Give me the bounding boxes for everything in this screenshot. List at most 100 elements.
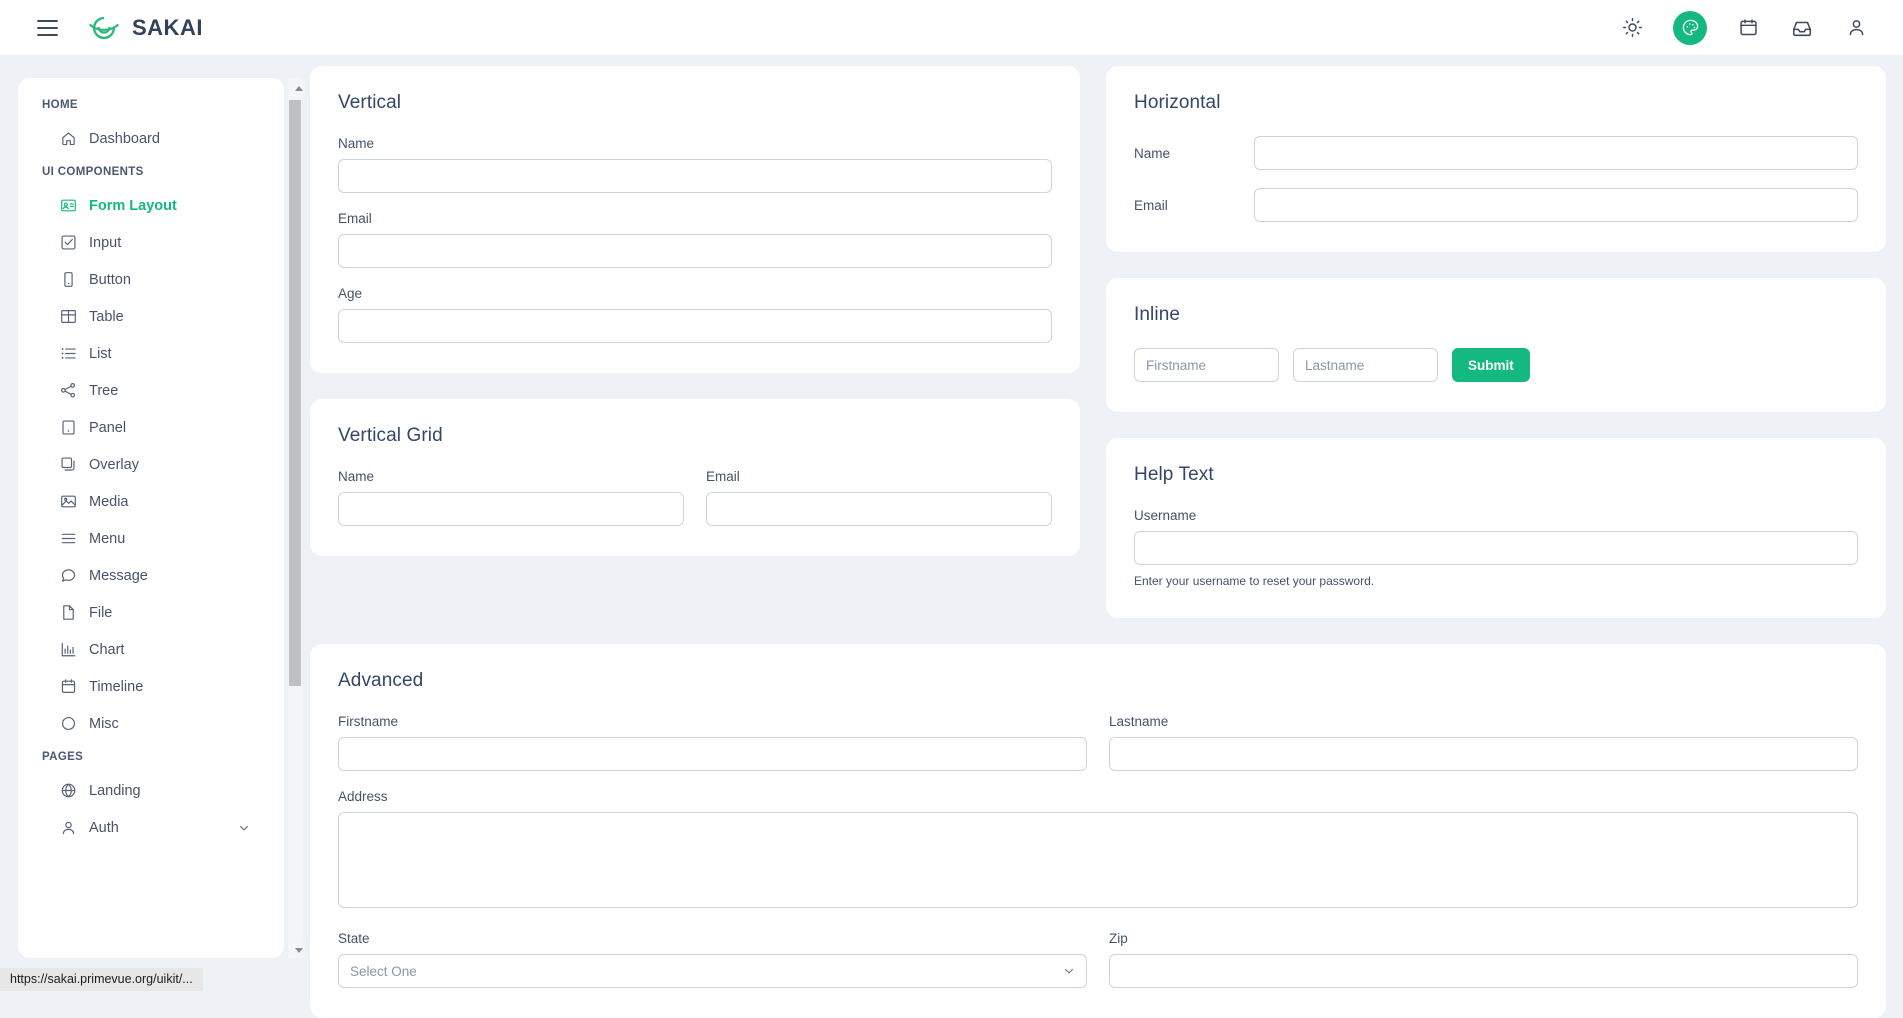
sidebar-item-label: Misc — [89, 716, 119, 732]
sidebar-item-file[interactable]: File — [18, 594, 284, 631]
input-inline-firstname[interactable] — [1134, 348, 1279, 382]
sidebar-item-label: Landing — [89, 783, 141, 799]
list-icon — [60, 345, 77, 362]
left-column: Vertical Name Email Age Vertical Grid — [310, 66, 1080, 618]
sidebar-item-menu[interactable]: Menu — [18, 520, 284, 557]
clone-icon — [60, 456, 77, 473]
sidebar-scrollbar-thumb[interactable] — [289, 100, 301, 686]
id-card-icon — [60, 197, 77, 214]
input-horizontal-name[interactable] — [1254, 136, 1858, 170]
sidebar-item-table[interactable]: Table — [18, 298, 284, 335]
input-grid-email[interactable] — [706, 492, 1052, 526]
sidebar-item-label: Tree — [89, 383, 118, 399]
sidebar-container: HOMEDashboardUI COMPONENTSForm LayoutInp… — [18, 78, 298, 958]
field-email: Email — [338, 211, 1052, 268]
card-help-text: Help Text Username Enter your username t… — [1106, 438, 1886, 618]
sidebar-item-button[interactable]: Button — [18, 261, 284, 298]
sidebar-item-timeline[interactable]: Timeline — [18, 668, 284, 705]
textarea-advanced-address[interactable] — [338, 812, 1858, 908]
user-icon[interactable] — [1843, 15, 1869, 41]
sidebar-item-message[interactable]: Message — [18, 557, 284, 594]
brand-logo-link[interactable]: SAKAI — [86, 10, 203, 46]
sidebar-item-media[interactable]: Media — [18, 483, 284, 520]
sidebar-item-misc[interactable]: Misc — [18, 705, 284, 742]
input-grid-name[interactable] — [338, 492, 684, 526]
label-advanced-state: State — [338, 931, 1087, 946]
sidebar-item-label: Chart — [89, 642, 124, 658]
scroll-down-arrow-icon[interactable] — [293, 943, 305, 957]
sidebar-item-label: Input — [89, 235, 121, 251]
input-vertical-name[interactable] — [338, 159, 1052, 193]
table-icon — [60, 308, 77, 325]
sidebar-item-label: Button — [89, 272, 131, 288]
sidebar-item-auth[interactable]: Auth — [18, 809, 284, 846]
sidebar-item-label: Table — [89, 309, 124, 325]
content-grid: Vertical Name Email Age Vertical Grid — [310, 66, 1886, 618]
label-advanced-firstname: Firstname — [338, 714, 1087, 729]
card-vertical: Vertical Name Email Age — [310, 66, 1080, 373]
user-icon — [60, 819, 77, 836]
sidebar-item-landing[interactable]: Landing — [18, 772, 284, 809]
sun-icon[interactable] — [1619, 15, 1645, 41]
sidebar-item-label: Auth — [89, 820, 119, 836]
scroll-up-arrow-icon[interactable] — [293, 81, 305, 95]
sidebar-item-dashboard[interactable]: Dashboard — [18, 120, 284, 157]
calendar-icon — [60, 678, 77, 695]
mobile-icon — [60, 271, 77, 288]
label-horizontal-email: Email — [1134, 198, 1254, 213]
sidebar-item-tree[interactable]: Tree — [18, 372, 284, 409]
chevron-down-icon — [1063, 965, 1075, 977]
sidebar-item-chart[interactable]: Chart — [18, 631, 284, 668]
home-icon — [60, 130, 77, 147]
main-content: Vertical Name Email Age Vertical Grid — [310, 66, 1886, 991]
sidebar-item-label: List — [89, 346, 112, 362]
comment-icon — [60, 567, 77, 584]
sidebar-item-label: Timeline — [89, 679, 143, 695]
calendar-icon[interactable] — [1735, 15, 1761, 41]
inbox-icon[interactable] — [1789, 15, 1815, 41]
input-advanced-lastname[interactable] — [1109, 737, 1858, 771]
sidebar-item-form-layout[interactable]: Form Layout — [18, 187, 284, 224]
sidebar-item-input[interactable]: Input — [18, 224, 284, 261]
sidebar-item-label: Message — [89, 568, 148, 584]
advanced-row-names: Firstname Lastname — [338, 714, 1858, 771]
help-text-note: Enter your username to reset your passwo… — [1134, 574, 1858, 588]
advanced-row-state-zip: State Select One Zip — [338, 931, 1858, 988]
input-horizontal-email[interactable] — [1254, 188, 1858, 222]
input-advanced-firstname[interactable] — [338, 737, 1087, 771]
label-horizontal-name: Name — [1134, 146, 1254, 161]
sidebar-section-pages: PAGES — [18, 742, 284, 772]
input-vertical-email[interactable] — [338, 234, 1052, 268]
hamburger-bar — [37, 34, 58, 36]
sidebar-section-ui-components: UI COMPONENTS — [18, 157, 284, 187]
chart-bar-icon — [60, 641, 77, 658]
chevron-down-icon[interactable] — [238, 822, 250, 834]
sidebar-item-list[interactable]: List — [18, 335, 284, 372]
vertical-grid-row: Name Email — [338, 469, 1052, 526]
sidebar-item-label: Panel — [89, 420, 126, 436]
sidebar-item-panel[interactable]: Panel — [18, 409, 284, 446]
palette-icon[interactable] — [1673, 11, 1707, 45]
sidebar-item-label: Form Layout — [89, 198, 177, 214]
sidebar-item-label: Dashboard — [89, 131, 160, 147]
input-inline-lastname[interactable] — [1293, 348, 1438, 382]
input-username[interactable] — [1134, 531, 1858, 565]
input-vertical-age[interactable] — [338, 309, 1052, 343]
sakai-logo-icon — [86, 10, 122, 46]
card-horizontal: Horizontal Name Email — [1106, 66, 1886, 252]
hamburger-bar — [37, 27, 58, 29]
field-advanced-state: State Select One — [338, 931, 1087, 988]
brand-title: SAKAI — [132, 15, 203, 41]
sidebar-item-label: File — [89, 605, 112, 621]
tablet-icon — [60, 419, 77, 436]
card-title-advanced: Advanced — [338, 670, 1858, 692]
sidebar-item-label: Overlay — [89, 457, 139, 473]
input-advanced-zip[interactable] — [1109, 954, 1858, 988]
status-bar-url: https://sakai.primevue.org/uikit/... — [0, 968, 203, 991]
menu-toggle-button[interactable] — [30, 11, 64, 45]
select-advanced-state[interactable]: Select One — [338, 954, 1087, 988]
submit-button[interactable]: Submit — [1452, 348, 1530, 382]
card-title-inline: Inline — [1134, 304, 1858, 326]
sidebar-item-overlay[interactable]: Overlay — [18, 446, 284, 483]
card-title-horizontal: Horizontal — [1134, 92, 1858, 114]
